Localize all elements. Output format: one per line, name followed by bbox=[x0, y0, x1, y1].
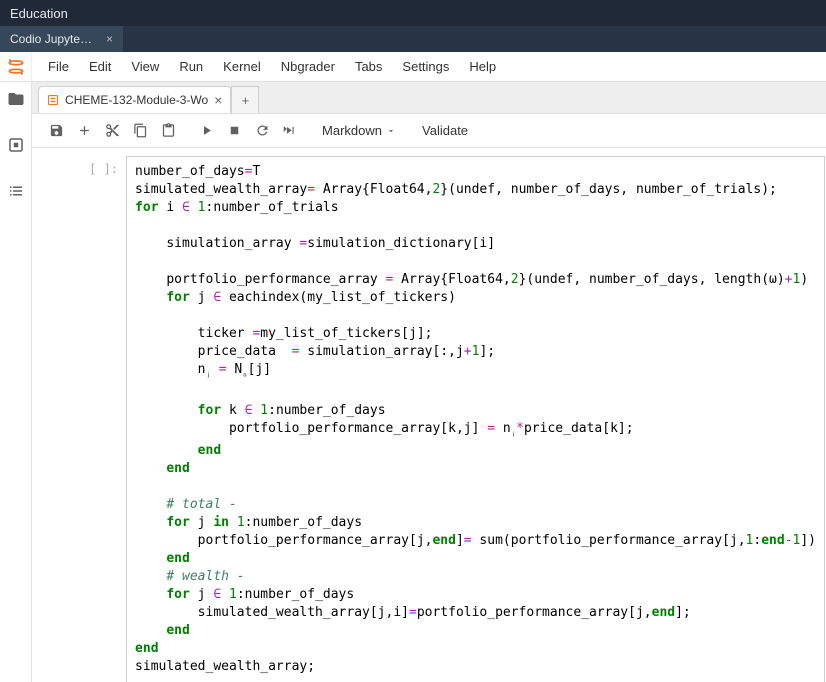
close-icon[interactable]: × bbox=[214, 93, 222, 107]
code-editor[interactable]: number_of_days=T simulated_wealth_array=… bbox=[126, 156, 825, 682]
file-tab-notebook[interactable]: CHEME-132-Module-3-Wo × bbox=[38, 86, 231, 113]
notebook-icon bbox=[47, 94, 59, 106]
code-cell[interactable]: [ ]: number_of_days=T simulated_wealth_a… bbox=[32, 156, 826, 682]
app-tabs: Codio Jupyte… × bbox=[0, 26, 826, 52]
menu-kernel[interactable]: Kernel bbox=[213, 52, 271, 82]
notebook-panel: [ ]: number_of_days=T simulated_wealth_a… bbox=[32, 148, 826, 682]
window-title: Education bbox=[10, 6, 68, 21]
add-cell-button[interactable] bbox=[70, 117, 98, 145]
app-tab-codio[interactable]: Codio Jupyte… × bbox=[0, 26, 123, 52]
cell-type-label: Markdown bbox=[322, 123, 382, 138]
restart-run-all-button[interactable] bbox=[276, 117, 304, 145]
window-titlebar: Education bbox=[0, 0, 826, 26]
activity-bar bbox=[0, 82, 32, 682]
app-tab-label: Codio Jupyte… bbox=[10, 32, 92, 46]
file-tab-label: CHEME-132-Module-3-Wo bbox=[65, 93, 208, 107]
close-icon[interactable]: × bbox=[106, 32, 113, 46]
run-button[interactable] bbox=[192, 117, 220, 145]
menu-run[interactable]: Run bbox=[169, 52, 213, 82]
menubar: File Edit View Run Kernel Nbgrader Tabs … bbox=[0, 52, 826, 82]
menu-tabs[interactable]: Tabs bbox=[345, 52, 392, 82]
folder-icon[interactable] bbox=[7, 90, 25, 108]
cell-prompt: [ ]: bbox=[74, 156, 126, 682]
menu-settings[interactable]: Settings bbox=[392, 52, 459, 82]
menu-nbgrader[interactable]: Nbgrader bbox=[271, 52, 345, 82]
menu-edit[interactable]: Edit bbox=[79, 52, 121, 82]
menu-view[interactable]: View bbox=[121, 52, 169, 82]
paste-button[interactable] bbox=[154, 117, 182, 145]
menu-items: File Edit View Run Kernel Nbgrader Tabs … bbox=[32, 52, 506, 82]
file-tabs: CHEME-132-Module-3-Wo × + bbox=[32, 82, 826, 114]
cut-button[interactable] bbox=[98, 117, 126, 145]
jupyter-logo[interactable] bbox=[0, 52, 32, 82]
menu-help[interactable]: Help bbox=[459, 52, 506, 82]
new-tab-button[interactable]: + bbox=[231, 86, 259, 113]
stop-button[interactable] bbox=[220, 117, 248, 145]
save-button[interactable] bbox=[42, 117, 70, 145]
toc-icon[interactable] bbox=[7, 182, 25, 200]
copy-button[interactable] bbox=[126, 117, 154, 145]
restart-button[interactable] bbox=[248, 117, 276, 145]
menu-file[interactable]: File bbox=[38, 52, 79, 82]
cell-type-select[interactable]: Markdown bbox=[314, 123, 404, 138]
running-icon[interactable] bbox=[7, 136, 25, 154]
chevron-down-icon bbox=[386, 126, 396, 136]
validate-button[interactable]: Validate bbox=[414, 123, 476, 138]
notebook-toolbar: Markdown Validate bbox=[32, 114, 826, 148]
